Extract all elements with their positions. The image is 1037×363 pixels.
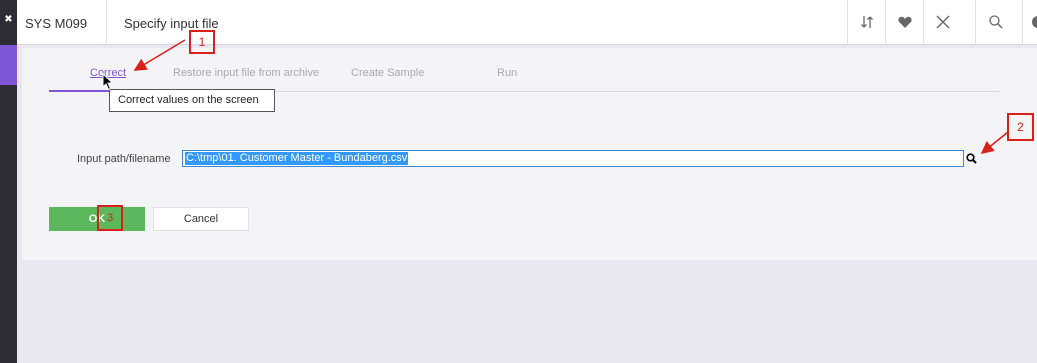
arrow-1	[133, 39, 186, 71]
annotation-arrows	[133, 39, 1009, 155]
arrow-2	[980, 131, 1009, 155]
